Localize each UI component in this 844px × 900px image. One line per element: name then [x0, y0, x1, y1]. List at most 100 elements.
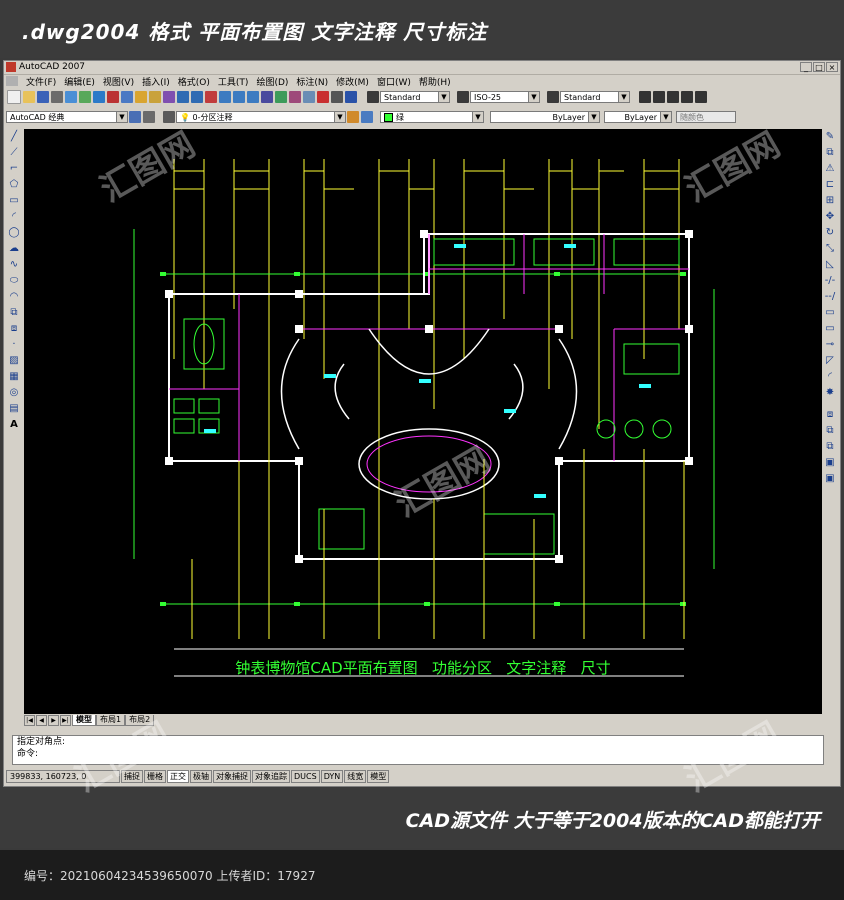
ellipse-arc-icon[interactable]: ◠	[8, 291, 20, 303]
stretch-icon[interactable]: ◺	[824, 259, 836, 271]
tab-first-icon[interactable]: |◀	[24, 714, 35, 726]
linetype-select[interactable]: ByLayer ▼	[490, 111, 600, 123]
workspace-save-icon[interactable]	[143, 111, 155, 123]
markup-icon[interactable]	[317, 91, 329, 103]
erase-icon[interactable]: ✎	[824, 131, 836, 143]
trim-icon[interactable]: -/-	[824, 275, 836, 287]
table-icon[interactable]: ▤	[8, 403, 20, 415]
rectangle-icon[interactable]: ▭	[8, 195, 20, 207]
grid-toggle[interactable]: 栅格	[144, 769, 166, 783]
menu-window[interactable]: 窗口(W)	[373, 75, 415, 88]
make-block-icon[interactable]: ⧈	[8, 323, 20, 335]
array-icon[interactable]: ⊞	[824, 195, 836, 207]
tab-last-icon[interactable]: ▶|	[60, 714, 71, 726]
explode-icon[interactable]: ✸	[824, 387, 836, 399]
make-current-layer-icon[interactable]	[347, 111, 359, 123]
match-properties-icon[interactable]	[149, 91, 161, 103]
model-toggle[interactable]: 模型	[367, 769, 390, 783]
line-icon[interactable]: ╱	[8, 131, 20, 143]
new-file-icon[interactable]	[7, 90, 21, 104]
maximize-button[interactable]: □	[813, 62, 825, 72]
circle-icon[interactable]: ◯	[8, 227, 20, 239]
menu-file[interactable]: 文件(F)	[22, 75, 60, 88]
aligned-dim-icon[interactable]	[653, 91, 665, 103]
text-style-select[interactable]: Standard ▼	[380, 91, 450, 103]
multiline-text-icon[interactable]: A	[8, 419, 20, 431]
save-icon[interactable]	[37, 91, 49, 103]
menu-insert[interactable]: 插入(I)	[138, 75, 174, 88]
quickcalc-icon[interactable]	[331, 91, 343, 103]
arc-icon[interactable]: ◜	[8, 211, 20, 223]
color-select[interactable]: 绿 ▼	[380, 111, 484, 123]
move-icon[interactable]: ✥	[824, 211, 836, 223]
radius-dim-icon[interactable]	[695, 91, 707, 103]
menu-dimension[interactable]: 标注(N)	[292, 75, 332, 88]
polyline-icon[interactable]: ⌐	[8, 163, 20, 175]
tool-palettes-icon[interactable]	[289, 91, 301, 103]
plot-preview-icon[interactable]	[65, 91, 77, 103]
mirror-icon[interactable]: ⚠	[824, 163, 836, 175]
pan-icon[interactable]	[205, 91, 217, 103]
scale-icon[interactable]: ⤡	[824, 243, 836, 255]
properties-icon[interactable]	[261, 91, 273, 103]
zoom-realtime-icon[interactable]	[219, 91, 231, 103]
tab-layout2[interactable]: 布局2	[125, 714, 155, 726]
break-at-point-icon[interactable]: ▭	[824, 307, 836, 319]
layer-previous-icon[interactable]	[361, 111, 373, 123]
table-style-select[interactable]: Standard ▼	[560, 91, 630, 103]
extend-icon[interactable]: --/	[824, 291, 836, 303]
linear-dim-icon[interactable]	[639, 91, 651, 103]
polar-toggle[interactable]: 极轴	[190, 769, 212, 783]
otrack-toggle[interactable]: 对象追踪	[252, 769, 290, 783]
ordinate-dim-icon[interactable]	[681, 91, 693, 103]
break-icon[interactable]: ▭	[824, 323, 836, 335]
join-icon[interactable]: ⊸	[824, 339, 836, 351]
close-button[interactable]: ×	[826, 62, 838, 72]
lineweight-select[interactable]: ByLayer ▼	[604, 111, 672, 123]
draw-order-icon[interactable]: ⧈	[824, 409, 836, 421]
dim-style-select[interactable]: ISO-25 ▼	[470, 91, 540, 103]
menu-help[interactable]: 帮助(H)	[415, 75, 455, 88]
drawing-canvas[interactable]: 钟表博物馆CAD平面布置图 功能分区 文字注释 尺寸	[24, 129, 822, 714]
menu-edit[interactable]: 编辑(E)	[60, 75, 99, 88]
polygon-icon[interactable]: ⬠	[8, 179, 20, 191]
zoom-previous-icon[interactable]	[247, 91, 259, 103]
cut-icon[interactable]	[107, 91, 119, 103]
ellipse-icon[interactable]: ⬭	[8, 275, 20, 287]
rotate-icon[interactable]: ↻	[824, 227, 836, 239]
tab-model[interactable]: 模型	[72, 714, 96, 726]
coordinate-readout[interactable]: 399833, 160723, 0	[6, 769, 120, 783]
point-icon[interactable]: ·	[8, 339, 20, 351]
zoom-window-icon[interactable]	[233, 91, 245, 103]
paste-icon[interactable]	[135, 91, 147, 103]
bring-above-icon[interactable]: ▣	[824, 457, 836, 469]
send-back-icon[interactable]: ⧉	[824, 441, 836, 453]
spline-icon[interactable]: ∿	[8, 259, 20, 271]
arc-length-icon[interactable]	[667, 91, 679, 103]
undo-icon[interactable]	[177, 91, 189, 103]
dyn-toggle[interactable]: DYN	[320, 769, 344, 783]
insert-block-icon[interactable]: ⧉	[8, 307, 20, 319]
osnap-toggle[interactable]: 对象捕捉	[213, 769, 251, 783]
lineweight-toggle[interactable]: 线宽	[344, 769, 367, 783]
system-menu-icon[interactable]	[6, 76, 18, 86]
chamfer-icon[interactable]: ◸	[824, 355, 836, 367]
revision-cloud-icon[interactable]: ☁	[8, 243, 20, 255]
offset-icon[interactable]: ⊏	[824, 179, 836, 191]
copy-icon[interactable]	[121, 91, 133, 103]
command-prompt[interactable]: 命令:	[13, 748, 823, 760]
redo-icon[interactable]	[191, 91, 203, 103]
bring-front-icon[interactable]: ⧉	[824, 425, 836, 437]
ducs-toggle[interactable]: DUCS	[291, 769, 320, 783]
print-icon[interactable]	[51, 91, 63, 103]
layer-select[interactable]: 💡 0-分区注释 ▼	[176, 111, 346, 123]
layer-properties-icon[interactable]	[163, 111, 175, 123]
minimize-button[interactable]: _	[800, 62, 812, 72]
menu-format[interactable]: 格式(O)	[174, 75, 214, 88]
menu-draw[interactable]: 绘图(D)	[252, 75, 292, 88]
menu-tools[interactable]: 工具(T)	[214, 75, 253, 88]
region-icon[interactable]: ◎	[8, 387, 20, 399]
fillet-icon[interactable]: ◜	[824, 371, 836, 383]
publish-icon[interactable]	[79, 91, 91, 103]
tab-layout1[interactable]: 布局1	[96, 714, 126, 726]
